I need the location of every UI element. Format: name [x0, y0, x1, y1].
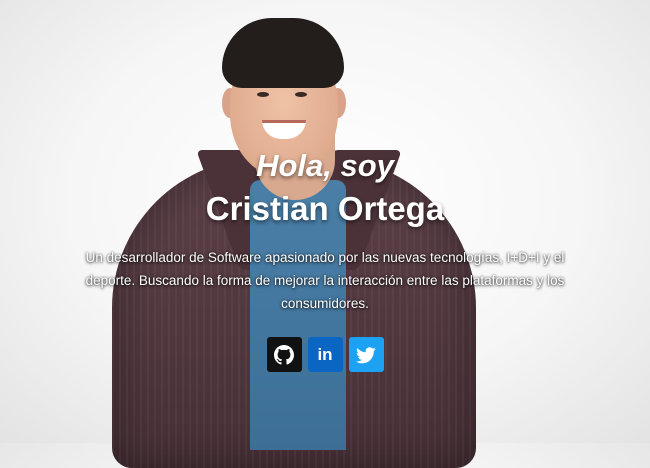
- hair-shape: [222, 18, 344, 88]
- social-links: in: [0, 337, 650, 372]
- hero-greeting: Hola, soy: [256, 148, 394, 183]
- linkedin-link[interactable]: in: [307, 337, 343, 372]
- twitter-icon: [356, 345, 376, 365]
- linkedin-icon: in: [317, 344, 333, 364]
- hero-section: Hola, soy Cristian Ortega Un desarrollad…: [0, 0, 650, 468]
- github-icon: [274, 344, 294, 365]
- hero-name: Cristian Ortega: [205, 190, 445, 227]
- github-link[interactable]: [266, 337, 302, 372]
- eye-right: [295, 92, 307, 97]
- twitter-link[interactable]: [348, 337, 384, 372]
- eye-left: [257, 92, 269, 97]
- hero-description: Un desarrollador de Software apasionado …: [85, 250, 565, 311]
